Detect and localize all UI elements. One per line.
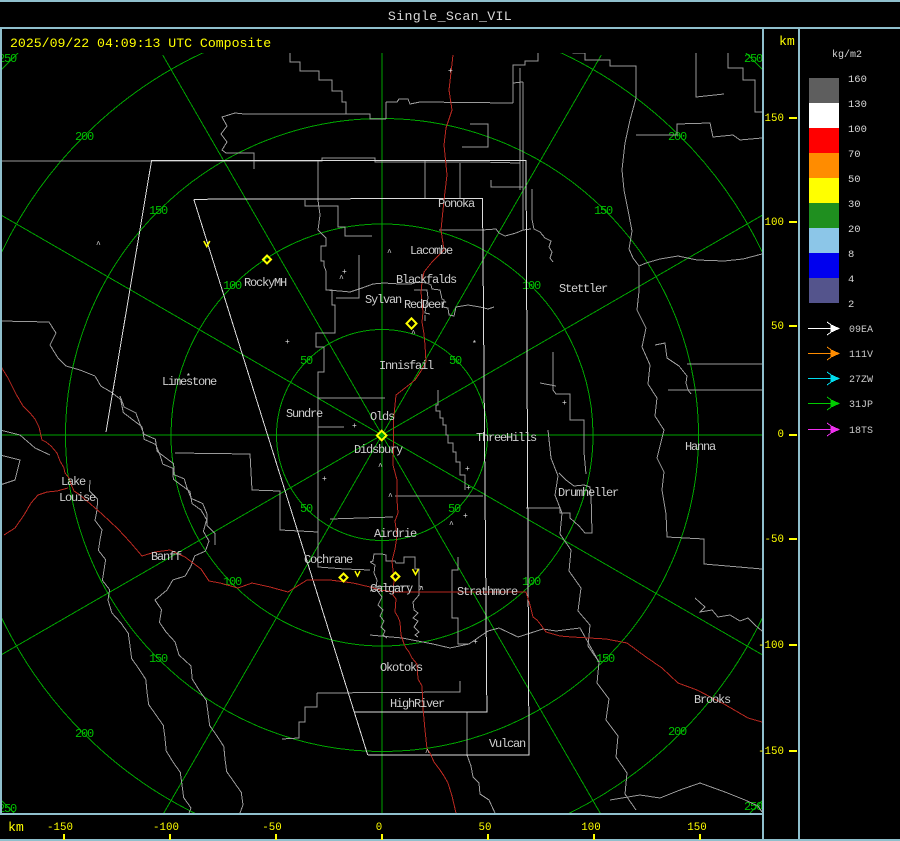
svg-text:Lacombe: Lacombe: [410, 244, 453, 258]
svg-text:0: 0: [376, 822, 382, 834]
svg-text:Didsbury: Didsbury: [354, 443, 403, 457]
svg-text:-100: -100: [153, 822, 179, 834]
svg-text:Sundre: Sundre: [286, 407, 323, 421]
svg-text:100: 100: [581, 822, 600, 834]
svg-text:Airdrie: Airdrie: [374, 527, 417, 541]
svg-text:2: 2: [848, 299, 854, 311]
svg-text:Vulcan: Vulcan: [489, 737, 526, 751]
svg-text:Okotoks: Okotoks: [380, 661, 423, 675]
svg-text:^: ^: [411, 330, 416, 339]
svg-text:150: 150: [594, 204, 613, 218]
svg-text:4: 4: [848, 274, 854, 286]
svg-text:70: 70: [848, 149, 861, 161]
svg-text:250: 250: [0, 52, 17, 66]
svg-text:30: 30: [848, 199, 861, 211]
svg-text:100: 100: [223, 279, 242, 293]
svg-text:Louise: Louise: [59, 491, 96, 505]
svg-text:+: +: [352, 422, 357, 431]
svg-text:150: 150: [149, 652, 168, 666]
svg-text:-150: -150: [758, 746, 784, 758]
svg-text:kg/m2: kg/m2: [832, 49, 862, 61]
svg-text:18TS: 18TS: [849, 426, 873, 437]
svg-text:Hanna: Hanna: [685, 440, 716, 454]
svg-text:-150: -150: [47, 822, 73, 834]
svg-text:+: +: [322, 475, 327, 484]
svg-text:20: 20: [848, 224, 861, 236]
svg-text:Strathmore: Strathmore: [457, 585, 518, 599]
svg-text:130: 130: [848, 99, 867, 111]
svg-text:50: 50: [449, 354, 462, 368]
svg-text:0: 0: [778, 429, 784, 441]
svg-text:Blackfalds: Blackfalds: [396, 273, 457, 287]
svg-text:160: 160: [848, 74, 867, 86]
svg-text:200: 200: [668, 130, 687, 144]
svg-text:-50: -50: [765, 534, 784, 546]
svg-text:50: 50: [300, 502, 313, 516]
svg-text:Calgary: Calgary: [370, 582, 413, 596]
svg-text:+: +: [463, 512, 468, 521]
svg-text:HighRiver: HighRiver: [390, 697, 445, 711]
svg-text:^: ^: [387, 249, 392, 258]
svg-text:250: 250: [744, 52, 763, 66]
svg-text:50: 50: [479, 822, 492, 834]
svg-text:^: ^: [425, 749, 430, 758]
svg-text:Single_Scan_VIL: Single_Scan_VIL: [388, 9, 512, 24]
svg-text:Cochrane: Cochrane: [304, 553, 353, 567]
svg-text:Lake: Lake: [61, 475, 86, 489]
svg-text:+: +: [562, 399, 567, 408]
svg-text:Innisfail: Innisfail: [379, 359, 434, 373]
svg-text:+: +: [448, 67, 453, 76]
svg-text:^: ^: [449, 521, 454, 530]
svg-text:150: 150: [149, 204, 168, 218]
svg-text:RockyMH: RockyMH: [244, 276, 287, 290]
svg-text:100: 100: [765, 217, 784, 229]
svg-text:km: km: [8, 820, 24, 835]
svg-text:50: 50: [448, 502, 461, 516]
svg-text:^: ^: [96, 241, 101, 250]
svg-text:200: 200: [75, 130, 94, 144]
svg-text:31JP: 31JP: [849, 400, 873, 411]
svg-text:27ZW: 27ZW: [849, 375, 873, 386]
svg-text:^: ^: [388, 493, 393, 502]
svg-text:50: 50: [848, 174, 861, 186]
svg-text:Stettler: Stettler: [559, 282, 608, 296]
svg-text:+: +: [342, 268, 347, 277]
svg-text:Olds: Olds: [370, 410, 395, 424]
svg-text:ThreeHills: ThreeHills: [476, 431, 537, 445]
svg-text:50: 50: [771, 321, 784, 333]
svg-text:*: *: [472, 340, 477, 349]
svg-text:09EA: 09EA: [849, 325, 873, 336]
svg-text:8: 8: [848, 249, 854, 261]
svg-text:50: 50: [300, 354, 313, 368]
svg-text:+: +: [466, 484, 471, 493]
svg-text:200: 200: [668, 725, 687, 739]
svg-text:+: +: [465, 465, 470, 474]
svg-text:100: 100: [848, 124, 867, 136]
svg-text:RedDeer: RedDeer: [404, 298, 447, 312]
svg-text:Sylvan: Sylvan: [365, 293, 402, 307]
svg-text:^: ^: [419, 586, 424, 595]
svg-text:111V: 111V: [849, 350, 873, 361]
svg-text:-50: -50: [262, 822, 281, 834]
svg-text:^: ^: [378, 463, 383, 472]
svg-text:-100: -100: [758, 640, 784, 652]
svg-text:100: 100: [522, 279, 541, 293]
svg-text:100: 100: [522, 575, 541, 589]
svg-text:+: +: [285, 338, 290, 347]
svg-text:+: +: [473, 638, 478, 647]
svg-text:2025/09/22 04:09:13 UTC Compos: 2025/09/22 04:09:13 UTC Composite: [10, 36, 271, 51]
svg-text:200: 200: [75, 727, 94, 741]
svg-text:150: 150: [687, 822, 706, 834]
svg-text:150: 150: [765, 113, 784, 125]
svg-text:km: km: [779, 34, 795, 49]
svg-text:250: 250: [744, 800, 763, 814]
svg-text:Banff: Banff: [151, 550, 182, 564]
svg-text:Brooks: Brooks: [694, 693, 731, 707]
svg-text:Drumheller: Drumheller: [558, 486, 619, 500]
svg-text:*: *: [186, 373, 191, 382]
svg-text:Ponoka: Ponoka: [438, 197, 475, 211]
